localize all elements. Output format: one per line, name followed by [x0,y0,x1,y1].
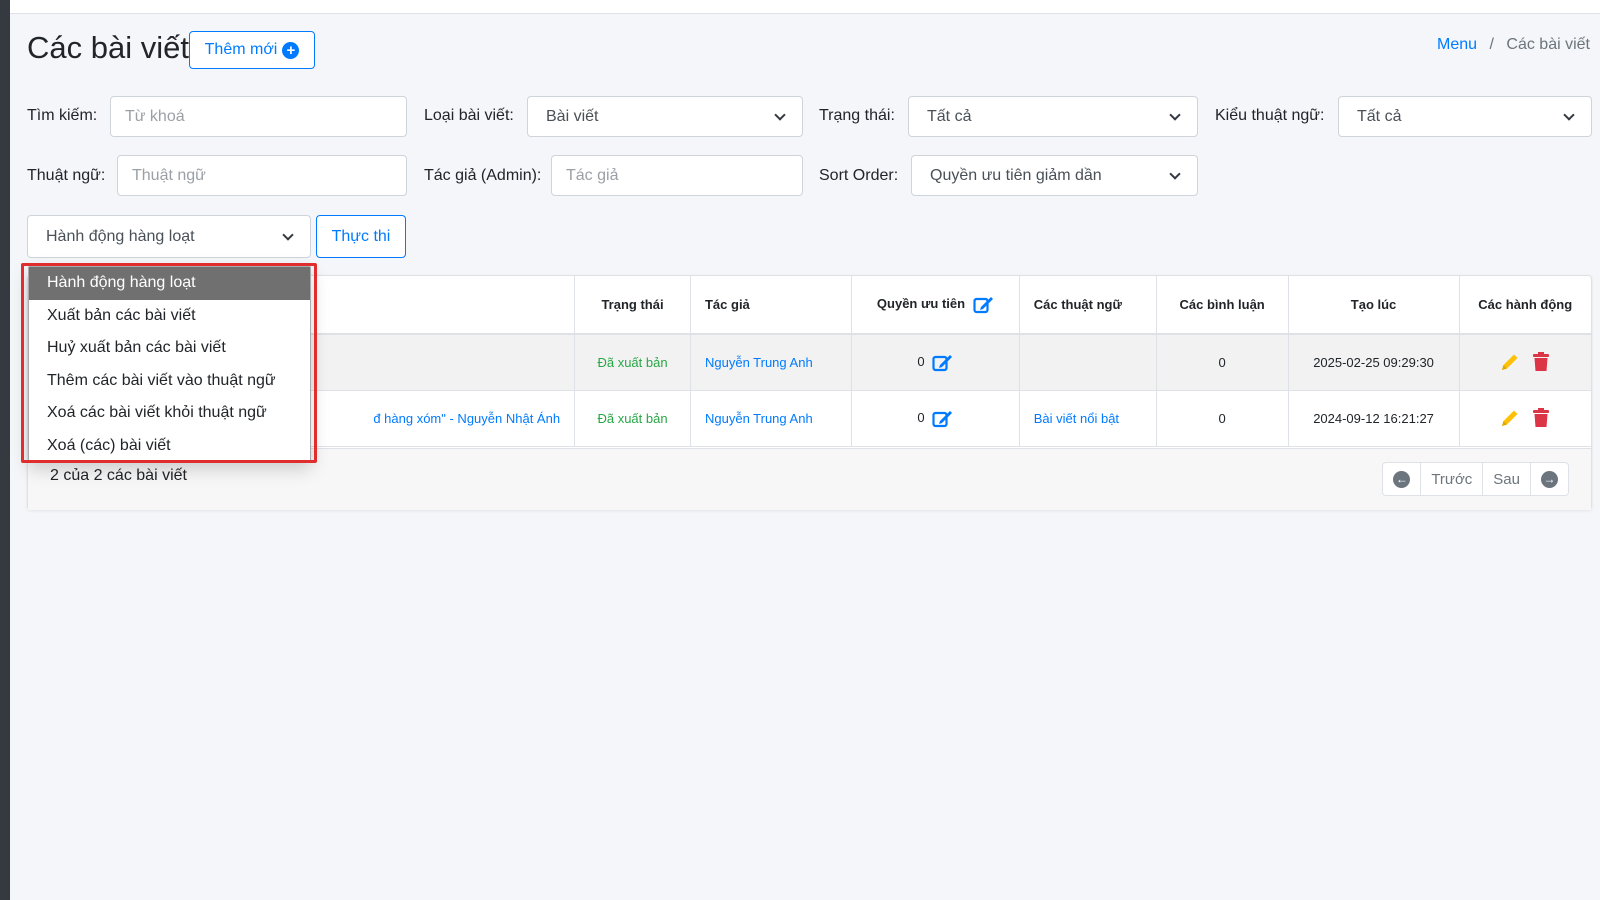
priority-value: 0 [917,409,925,425]
term-label: Thuật ngữ: [27,167,106,184]
status-value: Tất cả [927,107,972,125]
record-count: 2 của 2 các bài viết [50,467,187,484]
pagination: ← Trước Sau → [1382,462,1569,496]
bulk-option-remove-from-term[interactable]: Xoá các bài viết khỏi thuật ngữ [29,397,310,430]
term-type-select[interactable]: Tất cả [1338,96,1592,137]
bulk-option-bulk-action[interactable]: Hành động hàng loạt [29,267,310,300]
bulk-action-dropdown-list: Hành động hàng loạt Xuất bản các bài viế… [28,266,311,463]
breadcrumb: Menu / Các bài viết [1437,36,1590,54]
post-type-label: Loại bài viết: [424,107,514,124]
column-created[interactable]: Tạo lúc [1288,276,1460,335]
row-priority: 0 [851,334,1020,391]
arrow-right-circle-icon: → [1541,470,1558,488]
arrow-left-circle-icon: ← [1393,470,1411,488]
edit-square-icon[interactable] [932,409,953,428]
trash-icon[interactable] [1532,408,1550,428]
next-button[interactable]: Sau [1483,463,1531,495]
prev-arrow-button[interactable]: ← [1383,463,1422,495]
left-sidebar-edge [0,0,10,900]
top-navbar [10,0,1600,14]
column-comments[interactable]: Các bình luận [1156,276,1289,335]
sort-order-label: Sort Order: [819,167,899,184]
status-label: Trạng thái: [819,107,895,124]
breadcrumb-separator: / [1489,36,1494,53]
execute-button[interactable]: Thực thi [316,215,406,258]
sort-order-select[interactable]: Quyền ưu tiên giảm dần [911,155,1198,196]
row-actions [1459,334,1591,391]
bulk-option-add-to-term[interactable]: Thêm các bài viết vào thuật ngữ [29,365,310,398]
priority-value: 0 [917,353,925,369]
sort-order-value: Quyền ưu tiên giảm dần [930,166,1102,184]
row-comments: 0 [1156,334,1289,391]
row-actions [1459,390,1591,447]
add-new-label: Thêm mới [204,41,278,58]
bulk-option-publish[interactable]: Xuất bản các bài viết [29,300,310,333]
search-label: Tìm kiếm: [27,107,98,124]
trash-icon[interactable] [1532,352,1550,372]
column-priority-label: Quyền ưu tiên [876,295,966,311]
plus-circle-icon: + [282,41,300,59]
author-label: Tác giả (Admin): [424,167,542,184]
post-type-value: Bài viết [546,107,599,125]
bulk-option-unpublish[interactable]: Huỷ xuất bản các bài viết [29,332,310,365]
column-status[interactable]: Trạng thái [574,276,691,335]
breadcrumb-menu-link[interactable]: Menu [1437,36,1477,53]
column-terms[interactable]: Các thuật ngữ [1019,276,1157,335]
bulk-option-delete[interactable]: Xoá (các) bài viết [29,430,310,463]
row-comments: 0 [1156,390,1289,447]
row-created: 2024-09-12 16:21:27 [1288,390,1460,447]
chevron-down-icon [1563,108,1575,121]
chevron-down-icon [1169,108,1181,121]
chevron-down-icon [282,228,294,241]
row-author[interactable]: Nguyễn Trung Anh [690,390,852,447]
pencil-icon[interactable] [1500,408,1520,428]
row-priority: 0 [851,390,1020,447]
author-input[interactable] [551,155,803,196]
next-arrow-button[interactable]: → [1531,463,1568,495]
edit-square-icon[interactable] [973,295,994,314]
column-priority[interactable]: Quyền ưu tiên [851,276,1020,335]
bulk-action-select[interactable]: Hành động hàng loạt [27,215,311,258]
bulk-action-value: Hành động hàng loạt [46,227,195,245]
page-title: Các bài viết [27,30,189,65]
row-terms[interactable] [1019,334,1157,391]
status-select[interactable]: Tất cả [908,96,1198,137]
term-input[interactable] [117,155,407,196]
breadcrumb-current: Các bài viết [1506,36,1590,53]
row-status: Đã xuất bản [574,334,691,391]
search-input[interactable] [110,96,407,137]
edit-square-icon[interactable] [932,353,953,372]
column-author[interactable]: Tác giả [690,276,852,335]
term-type-label: Kiểu thuật ngữ: [1215,107,1325,124]
chevron-down-icon [1169,167,1181,180]
prev-button[interactable]: Trước [1421,463,1484,495]
column-actions: Các hành động [1459,276,1591,335]
chevron-down-icon [774,108,786,121]
pencil-icon[interactable] [1500,352,1520,372]
row-author[interactable]: Nguyễn Trung Anh [690,334,852,391]
post-type-select[interactable]: Bài viết [527,96,803,137]
row-created: 2025-02-25 09:29:30 [1288,334,1460,391]
term-type-value: Tất cả [1357,107,1402,125]
add-new-button[interactable]: Thêm mới + [189,31,315,69]
row-status: Đã xuất bản [574,390,691,447]
row-terms[interactable]: Bài viết nổi bật [1019,390,1157,447]
